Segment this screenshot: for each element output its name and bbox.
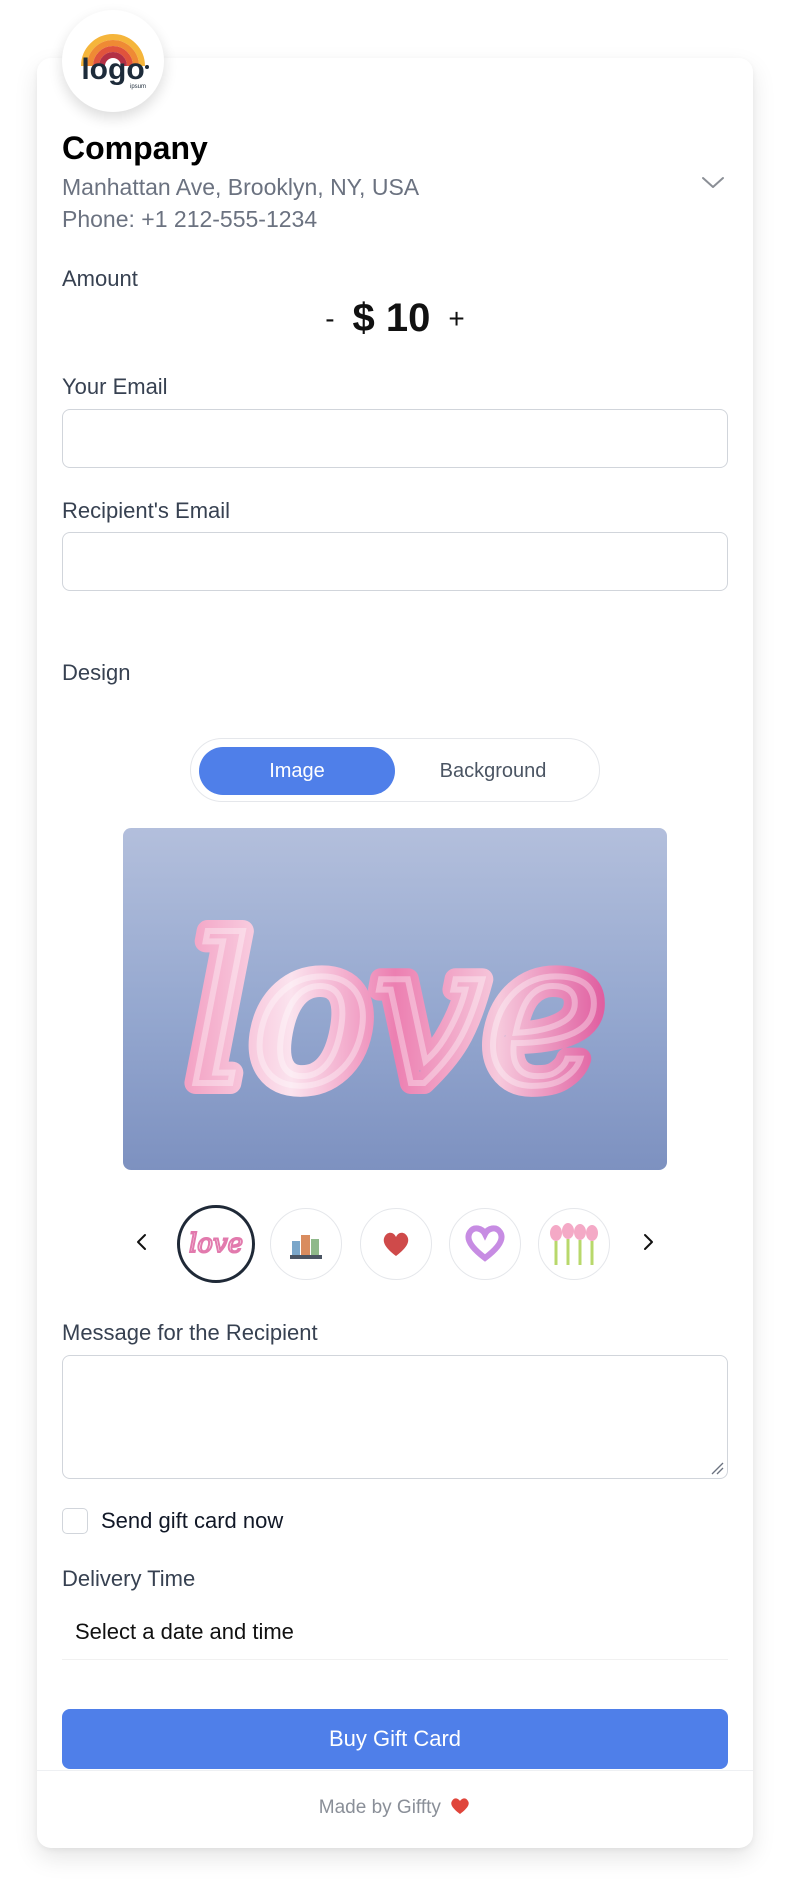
design-thumbnail-city[interactable] xyxy=(270,1208,342,1280)
buy-gift-card-button[interactable]: Buy Gift Card xyxy=(62,1709,728,1769)
company-name: Company xyxy=(62,130,208,166)
recipient-email-input[interactable] xyxy=(62,532,728,591)
company-logo: logo ipsum xyxy=(62,10,164,112)
send-now-label: Send gift card now xyxy=(101,1508,284,1533)
tab-image[interactable]: Image xyxy=(199,747,395,795)
decrease-amount-button[interactable]: - xyxy=(325,304,334,333)
amount-stepper: - $ 10 + xyxy=(0,296,790,341)
your-email-input[interactable] xyxy=(62,409,728,468)
your-email-label: Your Email xyxy=(62,374,168,399)
footer-text: Made by Giffty xyxy=(318,1797,441,1818)
design-thumbnail-heart[interactable] xyxy=(360,1208,432,1280)
send-now-checkbox[interactable] xyxy=(62,1508,88,1534)
design-label: Design xyxy=(62,660,131,685)
delivery-datetime-placeholder: Select a date and time xyxy=(75,1618,294,1644)
chevron-down-icon[interactable] xyxy=(698,168,728,198)
message-label: Message for the Recipient xyxy=(62,1320,318,1345)
footer: Made by Giffty xyxy=(0,1796,790,1819)
svg-text:love: love xyxy=(187,898,603,1131)
tab-background[interactable]: Background xyxy=(395,747,591,795)
design-thumbnail-purple-heart[interactable] xyxy=(449,1208,521,1280)
message-textarea[interactable] xyxy=(62,1355,728,1479)
svg-text:ipsum: ipsum xyxy=(130,84,146,90)
design-thumbnail-tulips[interactable] xyxy=(538,1208,610,1280)
delivery-time-label: Delivery Time xyxy=(62,1566,196,1591)
delivery-datetime-picker[interactable]: Select a date and time xyxy=(62,1604,728,1660)
chevron-left-icon[interactable] xyxy=(125,1225,159,1259)
heart-icon xyxy=(451,1798,469,1814)
recipient-email-label: Recipient's Email xyxy=(62,498,231,523)
chevron-right-icon[interactable] xyxy=(631,1225,665,1259)
company-address: Manhattan Ave, Brooklyn, NY, USA xyxy=(62,174,420,200)
company-phone: Phone: +1 212-555-1234 xyxy=(62,206,318,232)
footer-divider xyxy=(37,1770,753,1771)
selected-design-image: love love xyxy=(123,828,667,1170)
svg-text:love: love xyxy=(189,1229,243,1259)
increase-amount-button[interactable]: + xyxy=(448,304,464,333)
resize-handle-icon[interactable] xyxy=(710,1461,724,1475)
amount-label: Amount xyxy=(62,266,138,291)
design-type-toggle: Image Background xyxy=(190,738,600,802)
svg-text:logo: logo xyxy=(81,53,144,86)
design-thumbnail-love[interactable]: love xyxy=(177,1205,255,1283)
amount-value: $ 10 xyxy=(352,296,431,340)
